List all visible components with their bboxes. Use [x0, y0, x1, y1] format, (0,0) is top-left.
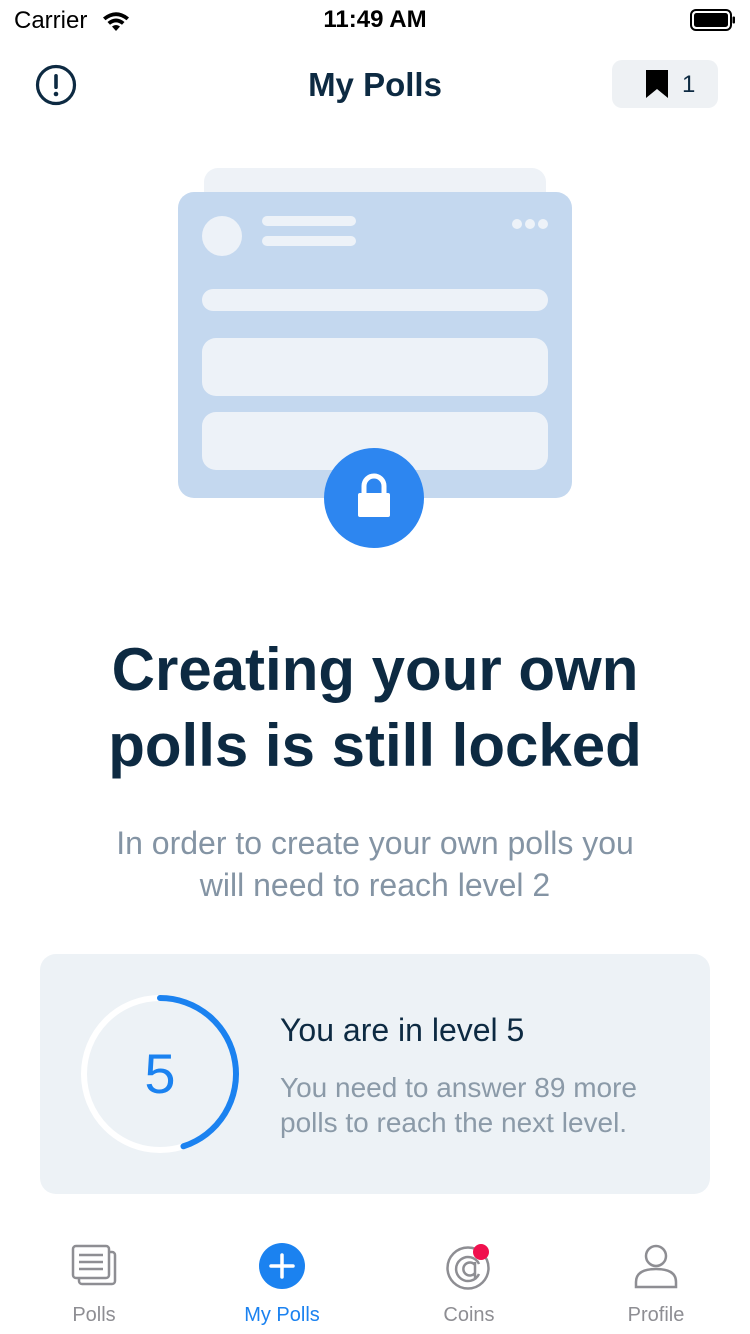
- level-progress-card: 5 You are in level 5 You need to answer …: [40, 954, 710, 1194]
- mock-text-line: [262, 216, 356, 226]
- tab-coins[interactable]: Coins: [375, 1230, 563, 1334]
- nav-bar: My Polls 1: [0, 40, 750, 130]
- battery-icon: [690, 9, 735, 31]
- profile-icon: [634, 1244, 678, 1289]
- bookmark-count: 1: [682, 71, 696, 98]
- clock: 11:49 AM: [323, 6, 427, 33]
- level-description: You need to answer 89 more polls to reac…: [280, 1070, 680, 1140]
- level-number: 5: [144, 1042, 176, 1105]
- status-bar: Carrier 11:49 AM: [0, 0, 750, 40]
- locked-title-line: Creating your own: [111, 636, 639, 703]
- locked-subtitle: In order to create your own polls you wi…: [60, 822, 690, 906]
- locked-title-line: polls is still locked: [108, 712, 642, 779]
- tab-label: My Polls: [244, 1304, 320, 1326]
- tab-label: Profile: [627, 1304, 685, 1326]
- locked-poll-illustration: [178, 168, 572, 550]
- mock-question-bar: [202, 289, 548, 311]
- bookmark-icon: [646, 70, 668, 98]
- bookmarks-button[interactable]: 1: [612, 60, 718, 108]
- tab-label: Polls: [72, 1304, 116, 1326]
- lock-icon: [358, 473, 390, 517]
- notification-badge: [473, 1244, 489, 1260]
- coins-icon: [446, 1244, 490, 1290]
- locked-subtitle-line: will need to reach level 2: [199, 867, 551, 903]
- mock-avatar: [202, 216, 242, 256]
- locked-subtitle-line: In order to create your own polls you: [116, 825, 634, 861]
- mock-option-box: [202, 338, 548, 396]
- tab-label: Coins: [443, 1304, 495, 1326]
- tab-polls[interactable]: Polls: [0, 1230, 188, 1334]
- level-title: You are in level 5: [280, 1012, 525, 1048]
- polls-icon: [71, 1244, 117, 1286]
- more-dots-icon: [512, 216, 552, 229]
- level-description-line: You need to answer 89 more: [280, 1072, 637, 1103]
- lock-badge: [324, 448, 424, 548]
- tab-bar: Polls My Polls Coins Profile: [0, 1230, 750, 1334]
- tab-profile[interactable]: Profile: [562, 1230, 750, 1334]
- level-description-line: polls to reach the next level.: [280, 1107, 628, 1138]
- locked-title: Creating your own polls is still locked: [40, 632, 710, 784]
- tab-my-polls[interactable]: My Polls: [188, 1230, 376, 1334]
- add-circle-icon: [259, 1243, 305, 1289]
- mock-text-line: [262, 236, 356, 246]
